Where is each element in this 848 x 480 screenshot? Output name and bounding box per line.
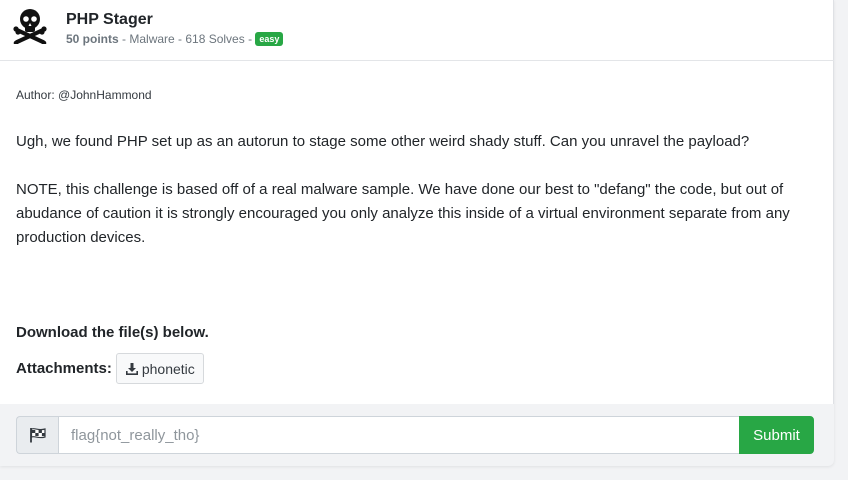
challenge-header: PHP Stager 50 points - Malware - 618 Sol… xyxy=(0,0,834,61)
submit-button[interactable]: Submit xyxy=(739,416,814,454)
attachment-download-button[interactable]: phonetic xyxy=(115,353,204,384)
challenge-category-solves: - Malware - 618 Solves - xyxy=(118,32,256,46)
attachment-file-name: phonetic xyxy=(141,360,195,377)
attachments-row: Attachments: phonetic xyxy=(16,353,204,384)
challenge-description: Ugh, we found PHP set up as an autorun t… xyxy=(16,133,750,150)
checkered-flag-icon xyxy=(29,428,46,443)
download-heading: Download the file(s) below. xyxy=(16,324,209,341)
challenge-points: 50 points xyxy=(66,32,119,46)
download-icon xyxy=(125,362,138,375)
challenge-title: PHP Stager xyxy=(66,11,153,28)
challenge-author: Author: @JohnHammond xyxy=(16,88,152,102)
attachments-label: Attachments: xyxy=(16,360,112,377)
challenge-meta: 50 points - Malware - 618 Solves - easy xyxy=(66,32,284,46)
difficulty-badge: easy xyxy=(255,32,284,46)
challenge-note: NOTE, this challenge is based off of a r… xyxy=(16,181,790,246)
flag-submit-area: Submit xyxy=(0,404,834,466)
flag-input-addon xyxy=(16,416,58,454)
flag-input[interactable] xyxy=(58,416,740,454)
challenge-card: PHP Stager 50 points - Malware - 618 Sol… xyxy=(0,0,834,466)
skull-crossbones-icon xyxy=(13,9,47,44)
